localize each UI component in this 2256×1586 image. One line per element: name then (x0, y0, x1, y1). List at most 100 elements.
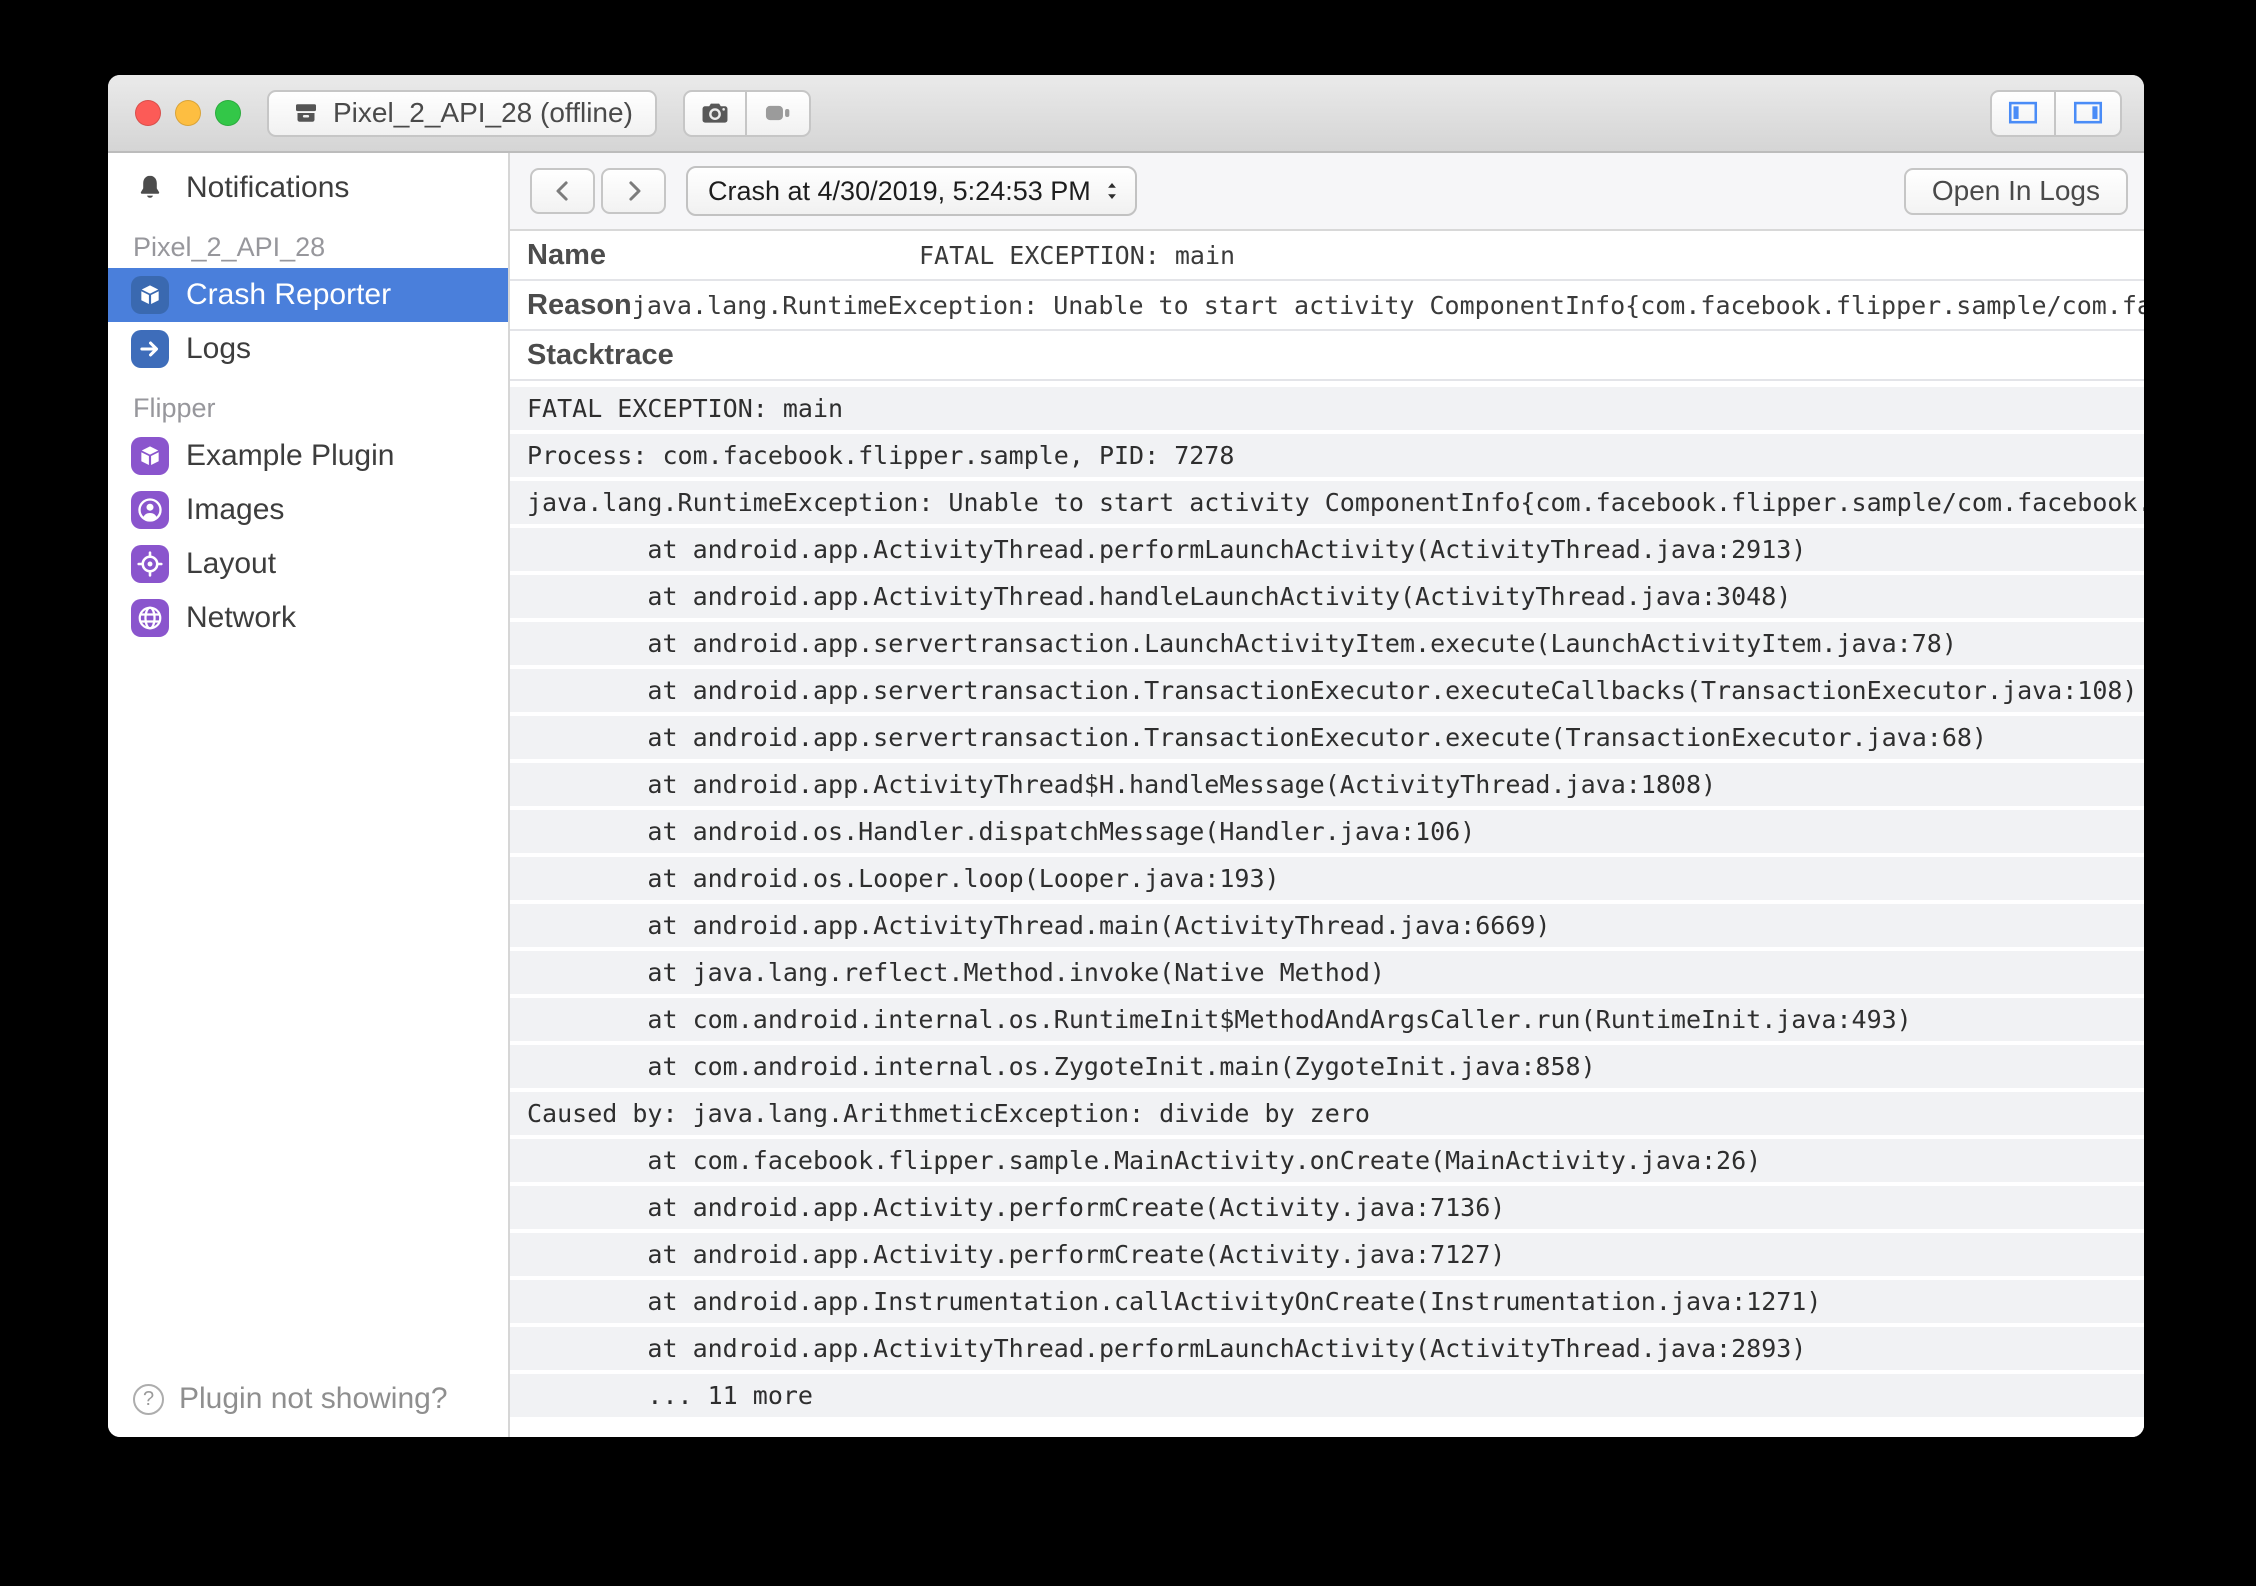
stacktrace-list: FATAL EXCEPTION: main Process: com.faceb… (510, 381, 2144, 1437)
chevron-left-icon (548, 176, 578, 206)
stacktrace-row: at android.app.ActivityThread.performLau… (510, 1327, 2144, 1370)
stacktrace-line: at com.facebook.flipper.sample.MainActiv… (527, 1146, 1761, 1175)
stacktrace-line: at android.app.servertransaction.Transac… (527, 676, 2138, 705)
stacktrace-line: at android.os.Handler.dispatchMessage(Ha… (527, 817, 1475, 846)
sidebar-item-label: Logs (186, 332, 251, 366)
stacktrace-row: Caused by: java.lang.ArithmeticException… (510, 1092, 2144, 1135)
stacktrace-line: at java.lang.reflect.Method.invoke(Nativ… (527, 958, 1385, 987)
stacktrace-row: at android.app.servertransaction.Transac… (510, 716, 2144, 759)
screenshot-button[interactable] (683, 90, 747, 137)
stacktrace-line: Process: com.facebook.flipper.sample, PI… (527, 441, 1234, 470)
crash-name-value: FATAL EXCEPTION: main (919, 241, 1235, 270)
screen-record-button[interactable] (747, 90, 811, 137)
target-icon (131, 545, 169, 583)
toggle-right-panel-button[interactable] (2056, 90, 2122, 137)
toggle-left-panel-button[interactable] (1990, 90, 2056, 137)
panel-toggle-group (1990, 90, 2122, 137)
stacktrace-line: at android.app.ActivityThread$H.handleMe… (527, 770, 1716, 799)
capture-button-group (683, 90, 811, 137)
sidebar: Notifications Pixel_2_API_28 Crash Repor… (108, 153, 510, 1437)
open-in-logs-button[interactable]: Open In Logs (1904, 168, 2128, 215)
close-window-button[interactable] (135, 100, 161, 126)
stacktrace-line: at android.app.servertransaction.Transac… (527, 723, 1987, 752)
sidebar-item-example-plugin[interactable]: Example Plugin (108, 429, 508, 483)
stacktrace-row: at android.app.ActivityThread.main(Activ… (510, 904, 2144, 947)
sidebar-item-layout[interactable]: Layout (108, 537, 508, 591)
sidebar-item-logs[interactable]: Logs (108, 322, 508, 376)
cube-icon (131, 276, 169, 314)
stacktrace-line: Caused by: java.lang.ArithmeticException… (527, 1099, 1370, 1128)
zoom-window-button[interactable] (215, 100, 241, 126)
crash-name-label: Name (527, 239, 606, 272)
sidebar-item-network[interactable]: Network (108, 591, 508, 645)
stacktrace-line: at android.app.ActivityThread.main(Activ… (527, 911, 1551, 940)
crash-reason-label: Reason (527, 289, 632, 322)
stacktrace-row: at com.facebook.flipper.sample.MainActiv… (510, 1139, 2144, 1182)
stacktrace-row: ... 11 more (510, 1374, 2144, 1417)
stacktrace-row: at android.app.ActivityThread.performLau… (510, 528, 2144, 571)
sidebar-item-label: Crash Reporter (186, 278, 391, 312)
open-in-logs-label: Open In Logs (1932, 175, 2100, 207)
main-split: Notifications Pixel_2_API_28 Crash Repor… (108, 153, 2144, 1437)
stacktrace-row: at android.app.Instrumentation.callActiv… (510, 1280, 2144, 1323)
crash-selector-value: Crash at 4/30/2019, 5:24:53 PM (708, 176, 1091, 207)
bell-icon (131, 169, 169, 207)
stacktrace-row: at android.os.Looper.loop(Looper.java:19… (510, 857, 2144, 900)
sidebar-spacer (108, 645, 508, 1361)
crash-reason-row: Reason java.lang.RuntimeException: Unabl… (510, 281, 2144, 331)
sidebar-section: Pixel_2_API_28 Crash Reporter Logs (108, 232, 508, 376)
stacktrace-row: FATAL EXCEPTION: main (510, 387, 2144, 430)
stacktrace-line: at android.os.Looper.loop(Looper.java:19… (527, 864, 1280, 893)
sidebar-item-label: Network (186, 601, 296, 635)
stacktrace-line: at com.android.internal.os.RuntimeInit$M… (527, 1005, 1912, 1034)
stacktrace-row: at com.android.internal.os.RuntimeInit$M… (510, 998, 2144, 1041)
stacktrace-line: at android.app.ActivityThread.handleLaun… (527, 582, 1791, 611)
stacktrace-row: at android.app.ActivityThread$H.handleMe… (510, 763, 2144, 806)
sidebar-sections: Pixel_2_API_28 Crash Reporter Logs Flipp… (108, 215, 508, 645)
stacktrace-line: at android.app.Activity.performCreate(Ac… (527, 1240, 1505, 1269)
crash-toolbar: Crash at 4/30/2019, 5:24:53 PM Open In L… (510, 153, 2144, 231)
stacktrace-line: ... 11 more (527, 1381, 813, 1410)
stacktrace-line: at android.app.ActivityThread.performLau… (527, 1334, 1806, 1363)
device-selector-button[interactable]: Pixel_2_API_28 (offline) (267, 90, 657, 137)
video-camera-icon (761, 96, 795, 130)
panel-right-icon (2071, 96, 2105, 130)
sidebar-section-header: Flipper (133, 393, 508, 424)
globe-icon (131, 599, 169, 637)
sidebar-item-label: Example Plugin (186, 439, 394, 473)
sidebar-item-label: Notifications (186, 171, 349, 205)
camera-icon (698, 96, 732, 130)
archive-box-icon (291, 98, 321, 128)
stacktrace-line: at android.app.servertransaction.LaunchA… (527, 629, 1957, 658)
stacktrace-line: FATAL EXCEPTION: main (527, 394, 843, 423)
arrow-right-icon (131, 330, 169, 368)
stacktrace-line: at android.app.ActivityThread.performLau… (527, 535, 1806, 564)
stacktrace-row: at com.android.internal.os.ZygoteInit.ma… (510, 1045, 2144, 1088)
stacktrace-line: java.lang.RuntimeException: Unable to st… (527, 488, 2144, 517)
crash-reporter-panel: Crash at 4/30/2019, 5:24:53 PM Open In L… (510, 153, 2144, 1437)
sidebar-item-notifications[interactable]: Notifications (108, 161, 508, 215)
sidebar-item-crash-reporter[interactable]: Crash Reporter (108, 268, 508, 322)
stacktrace-line: at android.app.Activity.performCreate(Ac… (527, 1193, 1505, 1222)
stacktrace-row: java.lang.RuntimeException: Unable to st… (510, 481, 2144, 524)
crash-reason-value: java.lang.RuntimeException: Unable to st… (632, 291, 2144, 320)
crash-selector[interactable]: Crash at 4/30/2019, 5:24:53 PM (686, 166, 1137, 216)
stacktrace-row: at android.app.Activity.performCreate(Ac… (510, 1186, 2144, 1229)
panel-left-icon (2006, 96, 2040, 130)
sidebar-section: Flipper Example Plugin Images Layout Net… (108, 393, 508, 645)
chevron-right-icon (619, 176, 649, 206)
titlebar: Pixel_2_API_28 (offline) (108, 75, 2144, 153)
minimize-window-button[interactable] (175, 100, 201, 126)
plugin-not-showing-link[interactable]: ? Plugin not showing? (108, 1361, 508, 1437)
previous-crash-button[interactable] (530, 168, 595, 214)
plugin-not-showing-label: Plugin not showing? (179, 1382, 448, 1416)
traffic-lights (135, 100, 241, 126)
sidebar-item-images[interactable]: Images (108, 483, 508, 537)
stacktrace-line: at com.android.internal.os.ZygoteInit.ma… (527, 1052, 1596, 1081)
stacktrace-row: Process: com.facebook.flipper.sample, PI… (510, 434, 2144, 477)
device-selector-label: Pixel_2_API_28 (offline) (333, 97, 633, 129)
next-crash-button[interactable] (601, 168, 666, 214)
stacktrace-line: at android.app.Instrumentation.callActiv… (527, 1287, 1821, 1316)
help-circle-icon: ? (133, 1384, 164, 1415)
sidebar-section-header: Pixel_2_API_28 (133, 232, 508, 263)
